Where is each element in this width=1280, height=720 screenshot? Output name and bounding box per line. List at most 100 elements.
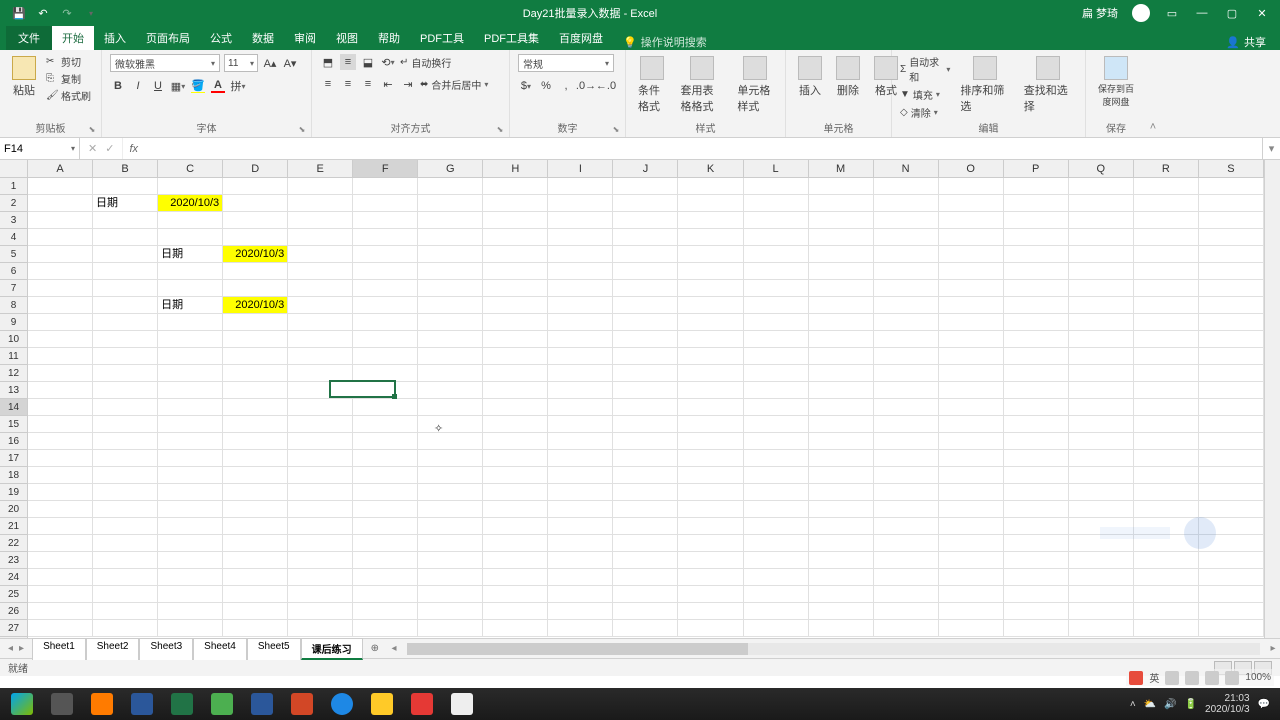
cell-F18[interactable] bbox=[353, 467, 418, 484]
cell-O21[interactable] bbox=[939, 518, 1004, 535]
cell-M3[interactable] bbox=[809, 212, 874, 229]
cell-B23[interactable] bbox=[93, 552, 158, 569]
wrap-text-button[interactable]: ↵自动换行 bbox=[400, 55, 451, 70]
cell-B21[interactable] bbox=[93, 518, 158, 535]
cell-F20[interactable] bbox=[353, 501, 418, 518]
cell-K26[interactable] bbox=[678, 603, 743, 620]
cell-L17[interactable] bbox=[744, 450, 809, 467]
cell-F5[interactable] bbox=[353, 246, 418, 263]
cell-A21[interactable] bbox=[28, 518, 93, 535]
cell-P26[interactable] bbox=[1004, 603, 1069, 620]
cell-Q22[interactable] bbox=[1069, 535, 1134, 552]
cell-D12[interactable] bbox=[223, 365, 288, 382]
tray-icon[interactable] bbox=[1225, 671, 1239, 685]
cell-R13[interactable] bbox=[1134, 382, 1199, 399]
cell-R18[interactable] bbox=[1134, 467, 1199, 484]
percent-icon[interactable]: % bbox=[538, 78, 554, 94]
tab-insert[interactable]: 插入 bbox=[94, 26, 136, 50]
cell-K15[interactable] bbox=[678, 416, 743, 433]
cell-K25[interactable] bbox=[678, 586, 743, 603]
cell-I3[interactable] bbox=[548, 212, 613, 229]
cell-F4[interactable] bbox=[353, 229, 418, 246]
cell-P1[interactable] bbox=[1004, 178, 1069, 195]
close-icon[interactable]: ✕ bbox=[1254, 5, 1270, 21]
cell-I2[interactable] bbox=[548, 195, 613, 212]
cell-S10[interactable] bbox=[1199, 331, 1264, 348]
cell-H10[interactable] bbox=[483, 331, 548, 348]
cell-J4[interactable] bbox=[613, 229, 678, 246]
cell-K6[interactable] bbox=[678, 263, 743, 280]
cell-I26[interactable] bbox=[548, 603, 613, 620]
cell-G26[interactable] bbox=[418, 603, 483, 620]
cell-S19[interactable] bbox=[1199, 484, 1264, 501]
row-header-3[interactable]: 3 bbox=[0, 212, 27, 229]
cell-O7[interactable] bbox=[939, 280, 1004, 297]
cell-A18[interactable] bbox=[28, 467, 93, 484]
expand-formula-icon[interactable]: ▾ bbox=[1262, 138, 1280, 159]
taskbar-app[interactable] bbox=[444, 690, 480, 718]
cell-K19[interactable] bbox=[678, 484, 743, 501]
cell-J1[interactable] bbox=[613, 178, 678, 195]
cell-Q6[interactable] bbox=[1069, 263, 1134, 280]
cell-L8[interactable] bbox=[744, 297, 809, 314]
cell-R16[interactable] bbox=[1134, 433, 1199, 450]
taskbar-clock[interactable]: 21:03 2020/10/3 bbox=[1205, 693, 1250, 715]
cell-Q7[interactable] bbox=[1069, 280, 1134, 297]
cell-E2[interactable] bbox=[288, 195, 353, 212]
cell-E6[interactable] bbox=[288, 263, 353, 280]
tab-formulas[interactable]: 公式 bbox=[200, 26, 242, 50]
cell-C23[interactable] bbox=[158, 552, 223, 569]
cell-D22[interactable] bbox=[223, 535, 288, 552]
cell-N11[interactable] bbox=[874, 348, 939, 365]
row-header-9[interactable]: 9 bbox=[0, 314, 27, 331]
font-launcher-icon[interactable]: ⬊ bbox=[297, 125, 307, 135]
cell-J2[interactable] bbox=[613, 195, 678, 212]
cell-D8[interactable]: 2020/10/3 bbox=[223, 297, 288, 314]
cell-F11[interactable] bbox=[353, 348, 418, 365]
undo-icon[interactable]: ↶ bbox=[36, 6, 50, 20]
cell-F8[interactable] bbox=[353, 297, 418, 314]
cell-I6[interactable] bbox=[548, 263, 613, 280]
number-launcher-icon[interactable]: ⬊ bbox=[611, 125, 621, 135]
hscroll-left-icon[interactable]: ◂ bbox=[387, 643, 401, 654]
cell-I15[interactable] bbox=[548, 416, 613, 433]
cell-R21[interactable] bbox=[1134, 518, 1199, 535]
cell-P3[interactable] bbox=[1004, 212, 1069, 229]
cell-O20[interactable] bbox=[939, 501, 1004, 518]
cell-B19[interactable] bbox=[93, 484, 158, 501]
cell-G1[interactable] bbox=[418, 178, 483, 195]
cell-G16[interactable] bbox=[418, 433, 483, 450]
row-header-26[interactable]: 26 bbox=[0, 603, 27, 620]
cut-button[interactable]: ✂剪切 bbox=[46, 54, 91, 69]
cell-E10[interactable] bbox=[288, 331, 353, 348]
cell-F3[interactable] bbox=[353, 212, 418, 229]
cell-L14[interactable] bbox=[744, 399, 809, 416]
cell-R11[interactable] bbox=[1134, 348, 1199, 365]
cell-H9[interactable] bbox=[483, 314, 548, 331]
name-box[interactable]: F14▾ bbox=[0, 138, 80, 159]
cell-E19[interactable] bbox=[288, 484, 353, 501]
cell-N14[interactable] bbox=[874, 399, 939, 416]
cell-E3[interactable] bbox=[288, 212, 353, 229]
cell-M21[interactable] bbox=[809, 518, 874, 535]
cell-G25[interactable] bbox=[418, 586, 483, 603]
cell-G7[interactable] bbox=[418, 280, 483, 297]
cell-F19[interactable] bbox=[353, 484, 418, 501]
cell-P24[interactable] bbox=[1004, 569, 1069, 586]
cell-F25[interactable] bbox=[353, 586, 418, 603]
cell-J17[interactable] bbox=[613, 450, 678, 467]
cell-N23[interactable] bbox=[874, 552, 939, 569]
col-header-J[interactable]: J bbox=[613, 160, 678, 177]
tab-view[interactable]: 视图 bbox=[326, 26, 368, 50]
cell-E27[interactable] bbox=[288, 620, 353, 637]
cell-I16[interactable] bbox=[548, 433, 613, 450]
sheet-tab-Sheet4[interactable]: Sheet4 bbox=[193, 638, 247, 660]
cell-H20[interactable] bbox=[483, 501, 548, 518]
cell-E25[interactable] bbox=[288, 586, 353, 603]
cell-P25[interactable] bbox=[1004, 586, 1069, 603]
cell-L2[interactable] bbox=[744, 195, 809, 212]
cell-P16[interactable] bbox=[1004, 433, 1069, 450]
cell-B2[interactable]: 日期 bbox=[93, 195, 158, 212]
cell-O15[interactable] bbox=[939, 416, 1004, 433]
cell-N15[interactable] bbox=[874, 416, 939, 433]
